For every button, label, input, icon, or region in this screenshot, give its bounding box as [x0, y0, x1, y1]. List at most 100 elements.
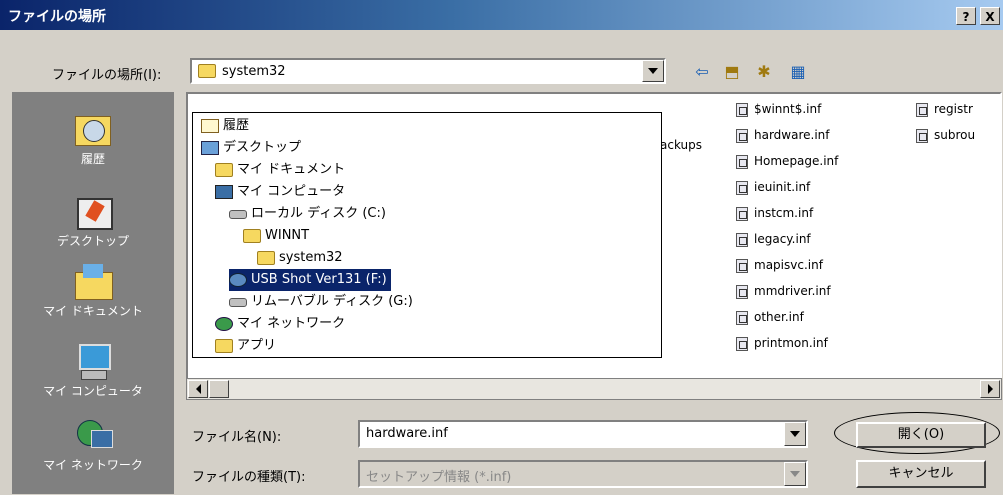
dropdown-item-label: マイ ドキュメント — [237, 162, 346, 177]
back-icon[interactable]: ⇦ — [690, 60, 714, 82]
file-name: other.inf — [754, 310, 804, 324]
dropdown-item-label: アプリ — [237, 338, 277, 353]
file-name: hardware.inf — [754, 128, 830, 142]
inf-file-icon — [736, 180, 748, 195]
history-icon — [201, 118, 219, 133]
list-item[interactable]: ieuinit.inf — [736, 180, 810, 195]
my-computer-icon — [71, 342, 115, 382]
title-bar: ファイルの場所 ? X — [0, 0, 1003, 30]
chevron-down-icon — [648, 68, 658, 74]
list-item[interactable]: $winnt$.inf — [736, 102, 821, 117]
drive-icon — [229, 210, 247, 219]
horizontal-scrollbar[interactable] — [186, 378, 1002, 400]
inf-file-icon — [736, 128, 748, 143]
dropdown-item[interactable]: リムーバブル ディスク (G:) — [229, 291, 417, 313]
list-item[interactable]: legacy.inf — [736, 232, 811, 247]
dropdown-item[interactable]: マイ ネットワーク — [215, 313, 349, 335]
list-item[interactable]: registr — [916, 102, 973, 117]
place-my-network[interactable]: マイ ネットワーク — [12, 416, 174, 473]
filename-input[interactable]: hardware.inf — [358, 420, 808, 448]
list-item[interactable]: printmon.inf — [736, 336, 828, 351]
help-button[interactable]: ? — [956, 7, 976, 25]
file-name: subrou — [934, 128, 976, 142]
list-item[interactable]: mmdriver.inf — [736, 284, 831, 299]
usb-drive-icon — [229, 272, 247, 287]
place-desktop[interactable]: デスクトップ — [12, 192, 174, 249]
inf-file-icon — [736, 206, 748, 221]
filename-value: hardware.inf — [366, 426, 448, 441]
new-folder-icon[interactable]: ✱ — [752, 60, 776, 82]
list-item[interactable]: subrou — [916, 128, 975, 143]
scroll-left-button[interactable] — [188, 380, 208, 398]
dropdown-item-label: ローカル ディスク (C:) — [251, 206, 386, 221]
file-name: registr — [934, 102, 973, 116]
inf-file-icon — [916, 102, 928, 117]
my-documents-icon — [71, 262, 115, 302]
up-folder-icon[interactable]: ⬒ — [720, 60, 744, 82]
inf-file-icon — [736, 336, 748, 351]
desktop-icon — [201, 140, 219, 155]
dropdown-item[interactable]: USB Shot Ver131 (F:) — [229, 269, 391, 291]
list-item[interactable]: Homepage.inf — [736, 154, 838, 169]
dropdown-item[interactable]: デスクトップ — [201, 137, 305, 159]
folder-icon — [215, 162, 233, 177]
dropdown-item[interactable]: WINNT — [243, 225, 313, 247]
list-item[interactable]: other.inf — [736, 310, 804, 325]
folder-icon — [215, 338, 233, 353]
arrow-left-icon — [195, 384, 201, 394]
filetype-value: セットアップ情報 (*.inf) — [366, 470, 512, 485]
folder-icon — [198, 64, 216, 78]
file-dialog: ファイルの場所 ? X ファイルの場所(I): system32 ⇦ ⬒ ✱ ▦… — [0, 0, 1003, 495]
window-title: ファイルの場所 — [8, 9, 106, 25]
filename-dropdown-button[interactable] — [784, 422, 806, 446]
list-item[interactable]: mapisvc.inf — [736, 258, 823, 273]
inf-file-icon — [736, 258, 748, 273]
filetype-dropdown-button[interactable] — [784, 462, 806, 486]
file-name: Homepage.inf — [754, 154, 839, 168]
list-item[interactable]: instcm.inf — [736, 206, 813, 221]
dropdown-item[interactable]: マイ コンピュータ — [215, 181, 349, 203]
dropdown-item-label: マイ ネットワーク — [237, 316, 346, 331]
inf-file-icon — [736, 154, 748, 169]
dropdown-item[interactable]: ローカル ディスク (C:) — [229, 203, 390, 225]
scroll-right-button[interactable] — [980, 380, 1000, 398]
inf-file-icon — [736, 284, 748, 299]
location-combo[interactable]: system32 — [190, 58, 666, 84]
desktop-icon — [71, 192, 115, 232]
my-network-icon — [71, 416, 115, 456]
location-dropdown-list: 履歴デスクトップマイ ドキュメント マイ コンピュータローカル ディスク (C:)… — [192, 112, 662, 358]
file-name: mapisvc.inf — [754, 258, 823, 272]
dropdown-item-label: system32 — [279, 250, 343, 265]
file-name: $winnt$.inf — [754, 102, 822, 116]
dropdown-item-label: マイ コンピュータ — [237, 184, 346, 199]
list-item[interactable]: ackups — [660, 138, 702, 152]
open-button[interactable]: 開く(O) — [856, 422, 986, 448]
chevron-down-icon — [790, 471, 800, 477]
dropdown-item-label: USB Shot Ver131 (F:) — [251, 272, 387, 287]
place-my-documents[interactable]: マイ ドキュメント — [12, 262, 174, 319]
dropdown-item[interactable]: マイ ドキュメント — [215, 159, 349, 181]
view-menu-icon[interactable]: ▦ — [786, 60, 810, 82]
dropdown-item-label: デスクトップ — [223, 140, 302, 155]
places-bar: 履歴 デスクトップ マイ ドキュメント マイ コンピュータ マイ ネットワーク — [12, 92, 174, 494]
dropdown-item-label: リムーバブル ディスク (G:) — [251, 294, 413, 309]
dropdown-item[interactable]: 履歴 — [201, 115, 253, 137]
close-button[interactable]: X — [980, 7, 1000, 25]
filename-label: ファイル名(N): — [192, 430, 282, 445]
place-history[interactable]: 履歴 — [12, 110, 174, 167]
list-item[interactable]: hardware.inf — [736, 128, 830, 143]
file-name: printmon.inf — [754, 336, 828, 350]
dropdown-item[interactable]: アプリ — [215, 335, 280, 357]
dropdown-item-label: WINNT — [265, 228, 310, 243]
scroll-thumb[interactable] — [209, 380, 229, 398]
place-my-computer[interactable]: マイ コンピュータ — [12, 342, 174, 399]
drive-icon — [229, 298, 247, 307]
location-label: ファイルの場所(I): — [52, 68, 162, 83]
location-dropdown-button[interactable] — [642, 60, 664, 82]
filetype-select[interactable]: セットアップ情報 (*.inf) — [358, 460, 808, 488]
file-name: mmdriver.inf — [754, 284, 831, 298]
dropdown-item[interactable]: system32 — [257, 247, 347, 269]
filetype-label: ファイルの種類(T): — [192, 470, 306, 485]
cancel-button[interactable]: キャンセル — [856, 460, 986, 488]
folder-icon — [257, 250, 275, 265]
